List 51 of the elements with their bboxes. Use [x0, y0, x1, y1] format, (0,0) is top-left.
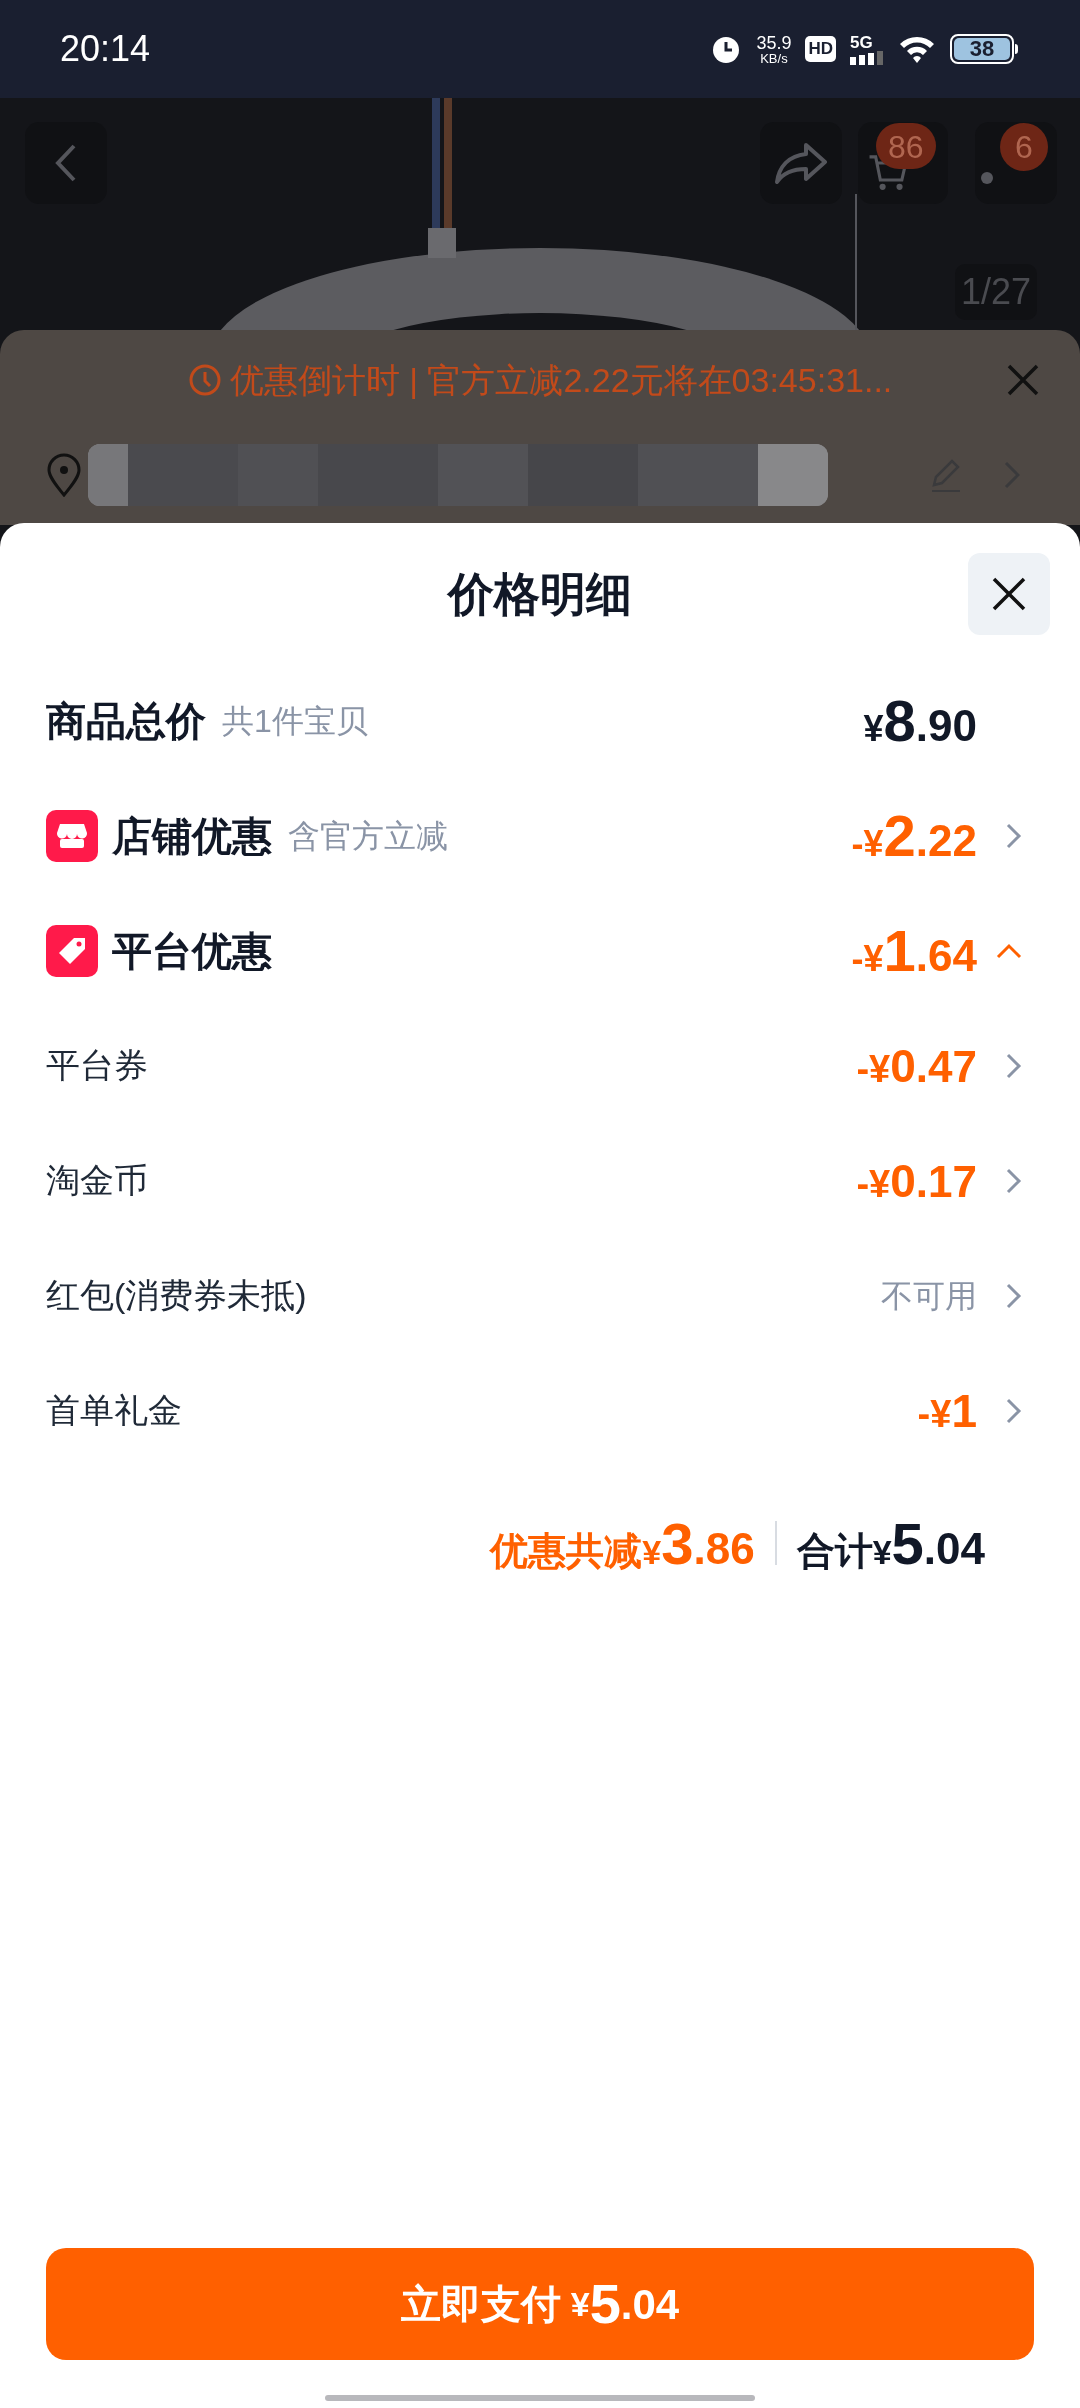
discount-label: 平台优惠 [112, 927, 272, 975]
share-button[interactable] [760, 122, 842, 204]
sheet-title: 价格明细 [448, 566, 632, 622]
message-count-badge: 6 [1000, 123, 1048, 171]
more-icon [981, 172, 993, 184]
back-button[interactable] [25, 122, 107, 204]
discount-item-label: 红包(消费券未抵) [46, 1275, 307, 1316]
order-total: 合计¥5.04 [796, 1509, 985, 1578]
pay-now-button[interactable]: 立即支付 ¥5.04 [46, 2248, 1034, 2360]
amount: -¥2.22 [851, 806, 977, 865]
clock-icon [187, 363, 222, 397]
chevron-right-icon[interactable] [1006, 1167, 1022, 1194]
close-button[interactable] [968, 553, 1050, 635]
close-icon [991, 576, 1027, 612]
cart-count-badge: 86 [876, 123, 936, 169]
countdown-text: 优惠倒计时 | 官方立减2.22元将在03:45:31... [229, 359, 893, 401]
chevron-right-icon[interactable] [1006, 822, 1022, 849]
total-discount: 优惠共减¥3.86 [490, 1509, 755, 1578]
wifi-icon [898, 34, 936, 64]
signal-icon [850, 50, 884, 65]
network-speed: 35.9 [756, 33, 792, 52]
chevron-right-icon[interactable] [1006, 1397, 1022, 1424]
chevron-right-icon[interactable] [1006, 1052, 1022, 1079]
total-label: 商品总价 [46, 697, 206, 745]
discount-label: 店铺优惠 [112, 812, 272, 860]
close-icon[interactable] [1006, 363, 1040, 397]
discount-item-label: 平台券 [46, 1045, 148, 1086]
amount: ¥8.90 [863, 691, 977, 750]
discount-item-label: 淘金币 [46, 1160, 148, 1201]
chevron-right-icon[interactable] [1006, 1282, 1022, 1309]
status-time: 20:14 [60, 27, 151, 71]
tag-icon [46, 924, 98, 977]
row-note: 共1件宝贝 [222, 701, 368, 741]
back-icon [54, 143, 78, 183]
amount: -¥0.17 [856, 1157, 977, 1204]
store-icon [46, 809, 98, 862]
amount: 不可用 [881, 1276, 977, 1316]
speed-unit: KB/s [760, 51, 788, 65]
network-type: 5G [850, 33, 873, 51]
amount: -¥1 [917, 1387, 977, 1434]
amount: -¥0.47 [856, 1042, 977, 1089]
share-icon [774, 142, 828, 184]
amount: -¥1.64 [851, 921, 977, 980]
cart-button[interactable]: 86 [858, 122, 948, 204]
location-pin-icon [46, 453, 82, 497]
more-button[interactable]: 6 [975, 122, 1057, 204]
row-note: 含官方立减 [288, 816, 448, 856]
discount-item-label: 首单礼金 [46, 1390, 182, 1431]
image-counter: 1/27 [955, 264, 1038, 320]
chevron-up-icon[interactable] [996, 942, 1022, 959]
hd-badge: HD [805, 36, 836, 62]
